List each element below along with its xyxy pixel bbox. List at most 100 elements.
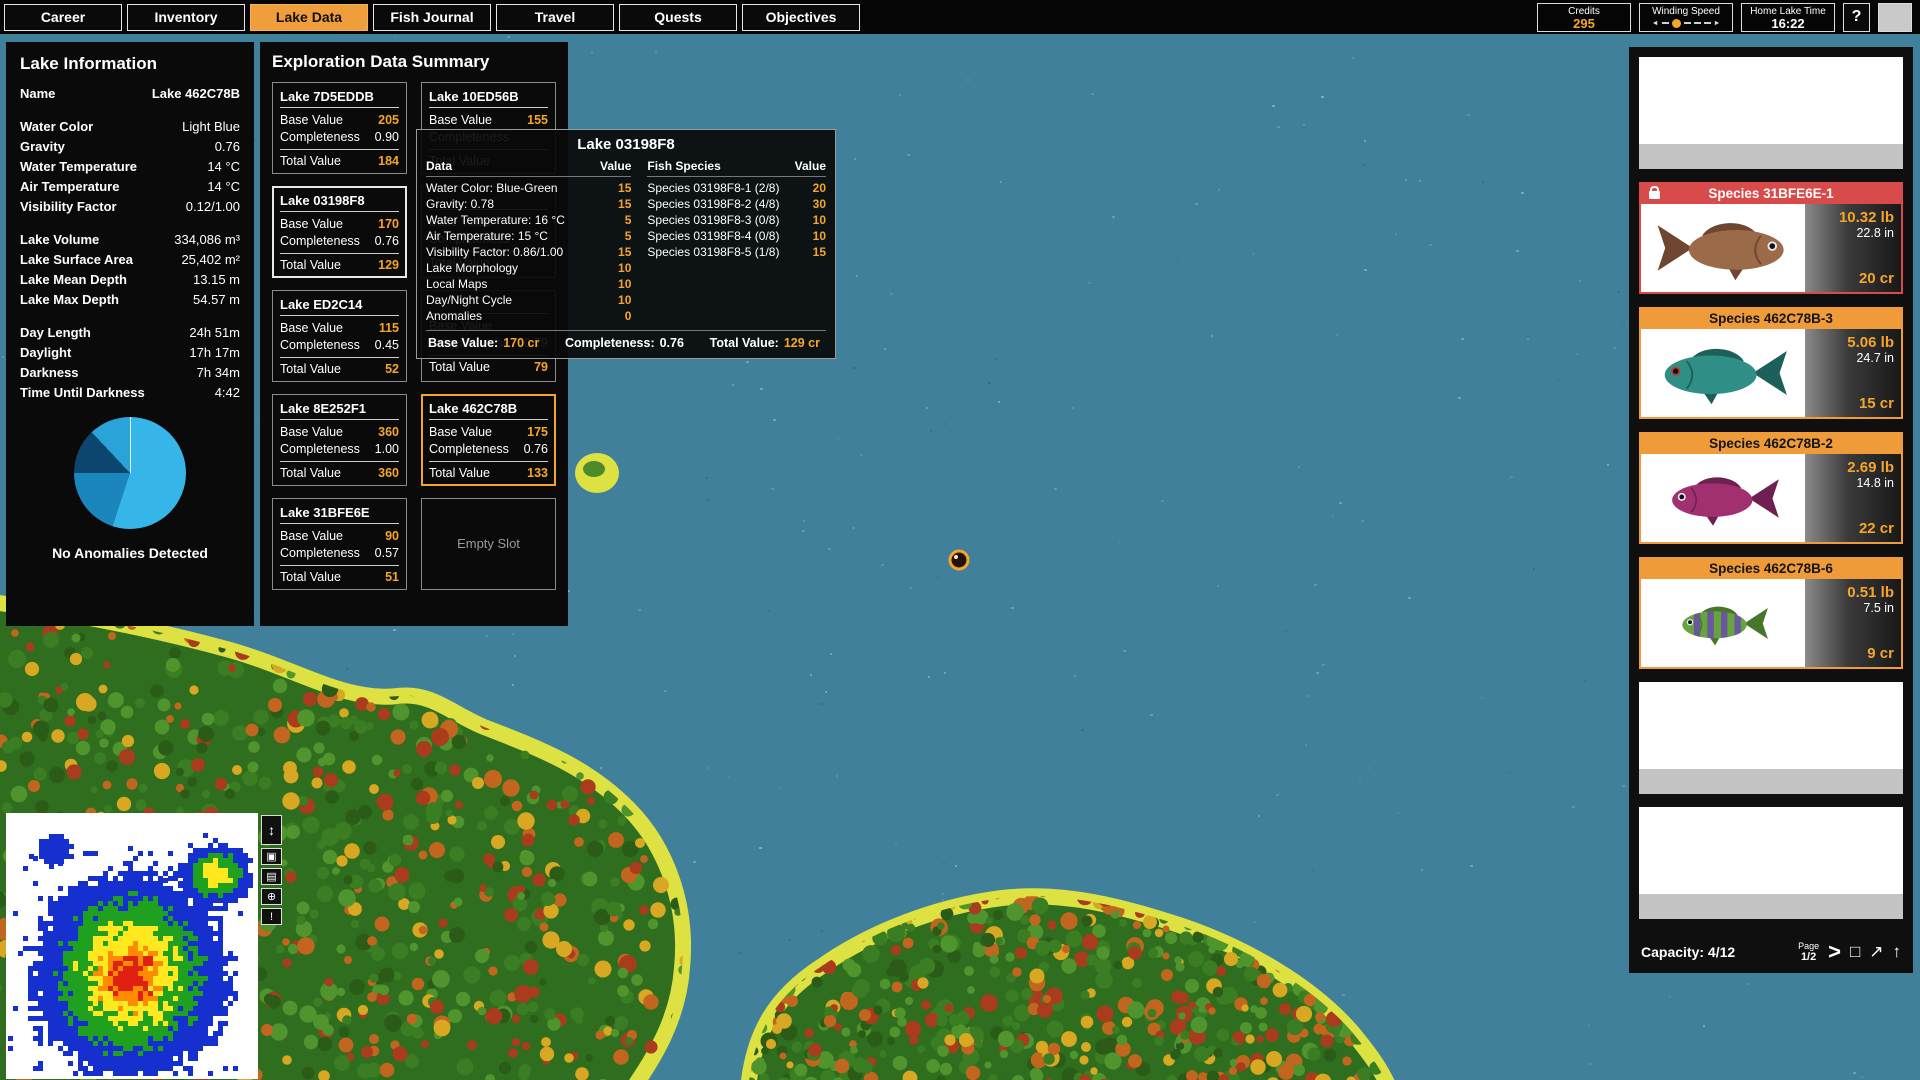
- fish-image-area: [1641, 329, 1805, 417]
- exploration-total-value-row: Total Value129: [280, 253, 399, 274]
- minimap-center-button[interactable]: ⊕: [261, 888, 282, 905]
- fish-inventory-panel: Species 31BFE6E-110.32 lb22.8 in20 cr Spe…: [1629, 47, 1913, 973]
- fish-slot-empty[interactable]: [1639, 807, 1903, 919]
- base-value: 155: [527, 112, 548, 129]
- fish-slot-empty[interactable]: [1639, 682, 1903, 794]
- slot-bottom-strip: [1639, 894, 1903, 919]
- minimap-mode-button[interactable]: ▣: [261, 848, 282, 865]
- lake-info-row: Time Until Darkness4:42: [20, 383, 240, 403]
- winding-speed-track[interactable]: ◄ ►: [1648, 17, 1724, 30]
- exploration-card[interactable]: Lake 7D5EDDBBase Value205Completeness0.9…: [272, 82, 407, 174]
- fish-slot-species-462c78b-6[interactable]: Species 462C78B-60.51 lb7.5 in9 cr: [1639, 557, 1903, 669]
- lake-info-row: Water ColorLight Blue: [20, 117, 240, 137]
- winding-speed-step[interactable]: [1672, 19, 1681, 28]
- exploration-card[interactable]: Lake 8E252F1Base Value360Completeness1.0…: [272, 394, 407, 486]
- winding-speed-increase-icon[interactable]: ►: [1714, 17, 1721, 30]
- tooltip-data-row-label: Gravity: 0.78: [426, 196, 494, 212]
- winding-speed-step[interactable]: [1704, 22, 1711, 24]
- tooltip-data-row: Water Color: Blue-Green15: [426, 180, 631, 196]
- expand-panel-icon[interactable]: ↗: [1869, 943, 1883, 961]
- base-value-label: Base Value: [429, 112, 492, 129]
- tooltip-species-row-value: 10: [813, 212, 826, 228]
- fish-image: [1672, 599, 1775, 648]
- fish-image-area: [1641, 204, 1805, 292]
- fish-slot-species-31bfe6e-1[interactable]: Species 31BFE6E-110.32 lb22.8 in20 cr: [1639, 182, 1903, 294]
- exploration-card[interactable]: Lake ED2C14Base Value115Completeness0.45…: [272, 290, 407, 382]
- total-value: 360: [378, 465, 399, 482]
- next-page-button[interactable]: >: [1828, 941, 1841, 963]
- exploration-card-title: Lake 10ED56B: [429, 89, 548, 108]
- total-value: 52: [385, 361, 399, 378]
- tooltip-footer: Base Value:170 cr Completeness:0.76 Tota…: [426, 330, 826, 350]
- winding-speed-step[interactable]: [1694, 22, 1701, 24]
- total-value-label: Total Value: [429, 359, 490, 376]
- lake-info-row: Water Temperature14 °C: [20, 157, 240, 177]
- exploration-completeness-value-row: Completeness0.45: [280, 337, 399, 354]
- tooltip-species-row-value: 10: [813, 228, 826, 244]
- total-value-label: Total Value: [280, 361, 341, 378]
- lake-info-value: 334,086 m³: [174, 230, 240, 250]
- tooltip-species-row-value: 30: [813, 196, 826, 212]
- total-value: 184: [378, 153, 399, 170]
- tooltip-data-row-value: 10: [618, 276, 631, 292]
- grid-view-icon[interactable]: □: [1850, 943, 1860, 961]
- tooltip-data-row-value: 10: [618, 292, 631, 308]
- exploration-empty-slot[interactable]: Empty Slot: [421, 498, 556, 590]
- completeness-value-label: Completeness: [429, 441, 509, 458]
- fish-price: 15 cr: [1859, 395, 1894, 412]
- tab-quests[interactable]: Quests: [619, 4, 737, 31]
- tab-inventory[interactable]: Inventory: [127, 4, 245, 31]
- completeness-value-label: Completeness: [280, 441, 360, 458]
- fish-slot-species-462c78b-2[interactable]: Species 462C78B-22.69 lb14.8 in22 cr: [1639, 432, 1903, 544]
- exploration-card[interactable]: Lake 03198F8Base Value170Completeness0.7…: [272, 186, 407, 278]
- fish-slot-body: 2.69 lb14.8 in22 cr: [1641, 454, 1901, 542]
- exploration-card[interactable]: Lake 462C78BBase Value175Completeness0.7…: [421, 394, 556, 486]
- tooltip-species-row-label: Species 03198F8-2 (4/8): [647, 196, 779, 212]
- winding-speed-steps[interactable]: [1662, 19, 1711, 28]
- tooltip-data-rows: Water Color: Blue-Green15Gravity: 0.7815…: [426, 180, 631, 324]
- tooltip-data-header: Data Value: [426, 158, 631, 177]
- exploration-card[interactable]: Lake 31BFE6EBase Value90Completeness0.57…: [272, 498, 407, 590]
- tab-objectives[interactable]: Objectives: [742, 4, 860, 31]
- lake-info-label: Lake Surface Area: [20, 250, 133, 270]
- minimap-scroll-button[interactable]: ↕: [261, 815, 282, 845]
- tooltip-data-row: Water Temperature: 16 °C5: [426, 212, 631, 228]
- settings-button[interactable]: [1878, 3, 1912, 32]
- minimap-layers-button[interactable]: ▤: [261, 868, 282, 885]
- fish-slot-species-462c78b-3[interactable]: Species 462C78B-35.06 lb24.7 in15 cr: [1639, 307, 1903, 419]
- tab-fish-journal[interactable]: Fish Journal: [373, 4, 491, 31]
- exploration-total-value-row: Total Value184: [280, 149, 399, 170]
- fish-slot-empty[interactable]: [1639, 57, 1903, 169]
- winding-speed-step[interactable]: [1662, 22, 1669, 24]
- scroll-up-icon[interactable]: ↑: [1893, 943, 1902, 961]
- lake-info-row: Darkness7h 34m: [20, 363, 240, 383]
- lock-icon: [1649, 191, 1660, 199]
- lake-info-value: 14 °C: [207, 157, 240, 177]
- minimap-display: [6, 813, 258, 1079]
- exploration-base-value-row: Base Value170: [280, 216, 399, 233]
- tab-career[interactable]: Career: [4, 4, 122, 31]
- fish-image: [1659, 468, 1788, 529]
- fishing-bobber: [950, 551, 968, 569]
- winding-speed-step[interactable]: [1684, 22, 1691, 24]
- tab-lake-data[interactable]: Lake Data: [250, 4, 368, 31]
- lake-info-label: Day Length: [20, 323, 91, 343]
- help-button[interactable]: ?: [1843, 3, 1870, 32]
- exploration-total-value-row: Total Value360: [280, 461, 399, 482]
- exploration-total-value-row: Total Value133: [429, 461, 548, 482]
- winding-speed-decrease-icon[interactable]: ◄: [1652, 17, 1659, 30]
- fish-measurements: 5.06 lb24.7 in: [1847, 334, 1894, 366]
- exploration-base-value-row: Base Value90: [280, 528, 399, 545]
- exploration-card-title: Lake 8E252F1: [280, 401, 399, 420]
- tooltip-species-header: Fish Species Value: [647, 158, 826, 177]
- winding-speed-control[interactable]: Winding Speed ◄ ►: [1639, 3, 1733, 32]
- base-value-label: Base Value: [280, 216, 343, 233]
- tab-travel[interactable]: Travel: [496, 4, 614, 31]
- topbar-right: Credits 295 Winding Speed ◄ ► Home Lake …: [1537, 3, 1916, 32]
- total-value: 79: [534, 359, 548, 376]
- lake-info-label: Lake Max Depth: [20, 290, 119, 310]
- lake-information-panel: Lake Information NameLake 462C78BWater C…: [6, 42, 254, 626]
- minimap-alert-button[interactable]: !: [261, 908, 282, 925]
- base-value: 205: [378, 112, 399, 129]
- base-value: 360: [378, 424, 399, 441]
